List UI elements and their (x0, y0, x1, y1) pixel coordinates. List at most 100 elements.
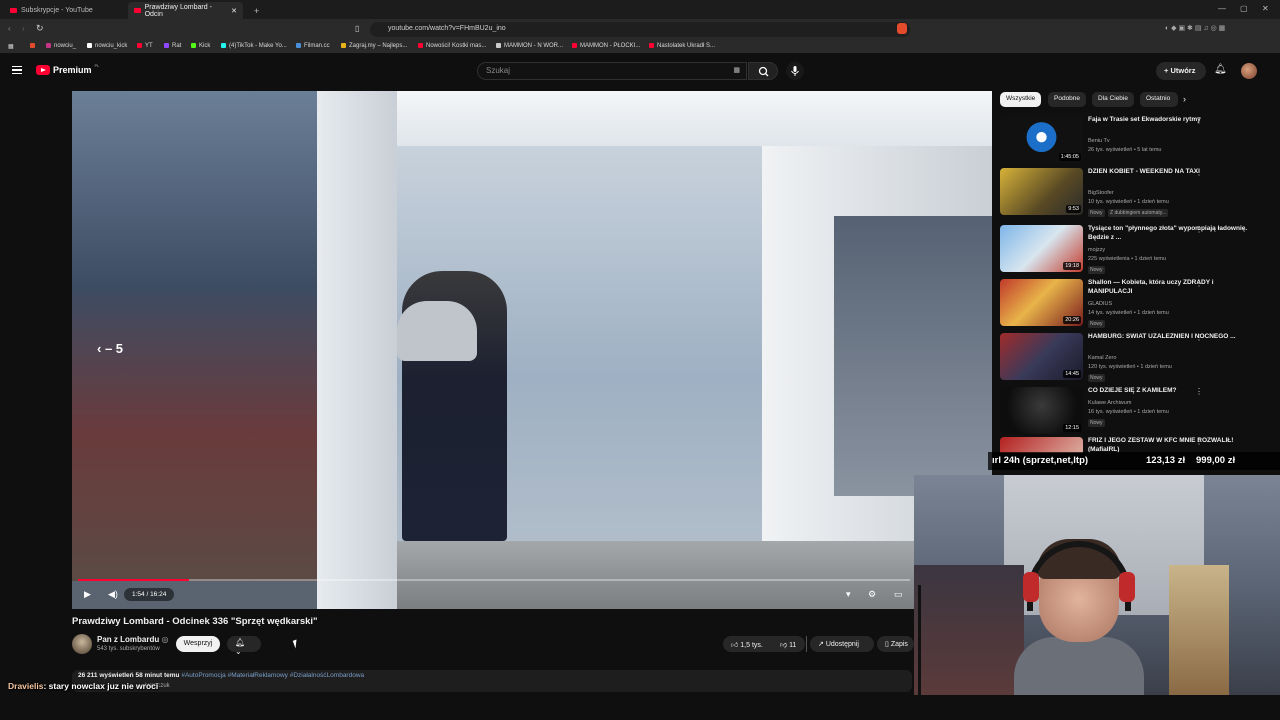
play-icon[interactable]: ▶ (84, 589, 91, 600)
video-player[interactable]: ‹ – 5 ▶ ◀︎) 1:54 / 16:24 ▾ ⚙ ▭ (72, 91, 992, 609)
video-thumbnail[interactable]: 14:45 (1000, 333, 1083, 380)
bookmark-item[interactable] (30, 43, 38, 49)
time-display: 1:54 / 16:24 (124, 588, 175, 601)
bookmark-item[interactable]: nowciu_ (46, 43, 76, 49)
tab-current-video[interactable]: Prawdziwy Lombard - Odcin ✕ (128, 2, 243, 19)
search-button[interactable] (748, 62, 778, 80)
hamburger-menu-icon[interactable] (12, 66, 22, 74)
forward-icon[interactable]: › (22, 24, 25, 33)
video-thumbnail[interactable]: 1:45:05 (1000, 116, 1083, 163)
goal-current: 123,13 zł (1146, 455, 1186, 466)
progress-fill (78, 579, 189, 581)
save-button[interactable]: ▯ Zapis (877, 636, 914, 652)
video-thumbnail[interactable] (1000, 437, 1083, 453)
bookmark-item[interactable]: Filman.cc (296, 43, 330, 49)
maximize-icon[interactable]: ▢ (1240, 4, 1248, 13)
more-options-icon[interactable]: ⋮ (1195, 116, 1203, 125)
video-frame (72, 91, 992, 609)
bookmarks-bar: ▦ nowciu_ nowciu_kick YT Rat Kick (4)Tik… (0, 40, 1280, 54)
chip-all[interactable]: Wszystkie (1000, 92, 1042, 107)
chip-similar[interactable]: Podobne (1048, 92, 1087, 107)
settings-gear-icon[interactable]: ⚙ (868, 589, 876, 600)
video-thumbnail[interactable]: 12:15 (1000, 387, 1083, 434)
recommendation-item[interactable]: 12:15 CO DZIEJE SIĘ Z KAMILEM? Kulawe Ar… (1000, 387, 1270, 437)
channel-name[interactable]: Pan z Lombardu ◎ (97, 635, 168, 644)
more-options-icon[interactable]: ⋮ (1195, 437, 1203, 446)
more-options-icon[interactable]: ⋮ (1195, 387, 1203, 396)
recommendation-item[interactable]: 1:45:05 Faja w Trasie set Ekwadorskie ry… (1000, 116, 1270, 166)
keyboard-icon[interactable]: ▦ (733, 66, 740, 74)
bookmark-icon[interactable]: ▯ (355, 24, 359, 33)
microphone-icon (791, 66, 799, 76)
bookmark-item[interactable]: Zagraj.my – Najleps... (341, 43, 407, 49)
miniplayer-icon[interactable]: ▾ (846, 589, 851, 600)
share-icon: ↗ (818, 641, 824, 648)
close-window-icon[interactable]: ✕ (1262, 4, 1269, 13)
verified-icon: ◎ (161, 635, 169, 644)
bookmark-item[interactable]: Nastolatek Ukradł S... (649, 43, 715, 49)
brave-shield-icon[interactable] (897, 23, 907, 34)
goal-target: 999,00 zł (1196, 455, 1236, 466)
video-thumbnail[interactable]: 20:26 (1000, 279, 1083, 326)
reload-icon[interactable]: ↻ (36, 23, 44, 34)
create-button[interactable]: + Utwórz (1156, 62, 1206, 80)
more-options-icon[interactable]: ⋮ (1195, 168, 1203, 177)
person-in-hoodie (397, 271, 507, 541)
recommendation-item[interactable]: 20:26 Shallon — Kobieta, która uczy ZDRA… (1000, 279, 1270, 329)
back-icon[interactable]: ‹ (8, 24, 11, 33)
dislike-button[interactable]: 👎︎ 11 (772, 636, 806, 652)
tab-subscriptions[interactable]: Subskrypcje - YouTube (4, 2, 99, 19)
account-avatar[interactable] (1241, 63, 1257, 79)
bookmark-item[interactable]: nowciu_kick (87, 43, 127, 49)
url-field[interactable]: youtube.com/watch?v=FHmBU2u_ino (370, 22, 910, 37)
more-options-icon[interactable]: ⋮ (1195, 279, 1203, 288)
bookmark-item[interactable]: Kick (191, 43, 210, 49)
recommendation-item[interactable]: FRIZ I JEGO ZESTAW W KFC MNIE ROZWALIŁ! … (1000, 437, 1270, 453)
subscription-bell-button[interactable]: 🔔︎ ⌄ (227, 636, 261, 656)
bookmark-item[interactable]: Rat (164, 43, 181, 49)
progress-bar[interactable] (78, 579, 910, 581)
apps-icon[interactable]: ▦ (8, 43, 14, 50)
youtube-premium-logo[interactable]: Premium PL (36, 63, 99, 75)
player-controls: ▶ ◀︎) 1:54 / 16:24 ▾ ⚙ ▭ (72, 585, 992, 607)
search-input[interactable]: Szukaj ▦ (477, 62, 747, 80)
hashtags[interactable]: #AutoPromocja #MateriałReklamowy #Działa… (181, 672, 364, 679)
support-button[interactable]: Wesprzyj (176, 636, 220, 652)
more-options-icon[interactable]: ⋮ (1195, 225, 1203, 234)
bookmark-item[interactable]: MAMMON - PŁOCKI... (572, 43, 640, 49)
extensions-icon[interactable]: ◐ ◆ ▣ ✱ ▤ ♫ ◎ ▦ (1165, 24, 1225, 32)
channel-avatar[interactable] (72, 634, 92, 654)
more-options-icon[interactable]: ⋮ (1195, 333, 1203, 342)
youtube-favicon-icon (10, 8, 17, 13)
seek-back-indicator: ‹ – 5 (97, 341, 124, 356)
chip-for-you[interactable]: Dla Ciebie (1092, 92, 1134, 107)
description-meta: 26 211 wyświetleń 58 minut temu #AutoPro… (78, 672, 365, 679)
youtube-logo-icon (36, 65, 50, 75)
chips-next-arrow-icon[interactable]: › (1183, 94, 1186, 104)
webcam-feed (914, 475, 1280, 695)
bell-icon: 🔔︎ (235, 638, 246, 647)
bookmark-item[interactable]: MAMMON - N WOR... (496, 43, 563, 49)
chip-recent[interactable]: Ostatnio (1140, 92, 1178, 107)
share-button[interactable]: ↗ Udostępnij (810, 636, 874, 652)
close-tab-icon[interactable]: ✕ (231, 7, 237, 15)
video-thumbnail[interactable]: 19:18 (1000, 225, 1083, 272)
new-tab-icon[interactable]: + (248, 2, 265, 19)
bookmark-item[interactable]: (4)TikTok - Make Yo... (221, 43, 287, 49)
recommendation-item[interactable]: 14:45 HAMBURG: ŚWIAT UZALEŻNIEŃ I NOCNEG… (1000, 333, 1270, 383)
theater-mode-icon[interactable]: ▭ (894, 589, 903, 600)
voice-search-button[interactable] (786, 62, 804, 80)
volume-icon[interactable]: ◀︎) (108, 589, 118, 600)
save-playlist-icon: ▯ (885, 641, 889, 648)
recommendation-item[interactable]: 9:53 DZIEŃ KOBIET - WEEKEND NA TAXI BigS… (1000, 168, 1270, 218)
streamer (1009, 527, 1149, 695)
search-icon (758, 66, 769, 77)
recommendation-item[interactable]: 19:18 Tysiące ton "płynnego złota" wypom… (1000, 225, 1270, 275)
bookmark-item[interactable]: YT (137, 43, 153, 49)
video-thumbnail[interactable]: 9:53 (1000, 168, 1083, 215)
bookmark-item[interactable]: Nowości! Kostki mas... (418, 43, 486, 49)
minimize-icon[interactable]: — (1218, 4, 1226, 13)
stream-chat-message: Dravielis: stary nowclax juz nie wroci (8, 681, 159, 691)
notifications-bell-icon[interactable]: 🔔︎ (1214, 64, 1227, 75)
new-badge: Nowy (1088, 374, 1105, 382)
